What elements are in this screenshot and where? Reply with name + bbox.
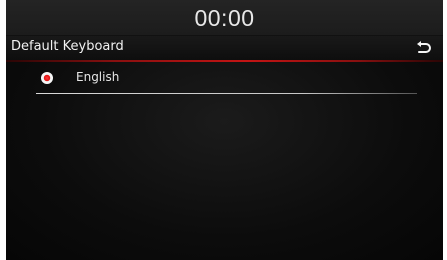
radio-selected-icon[interactable] [41, 72, 53, 84]
keyboard-list: English [6, 62, 443, 260]
return-arrow-icon [417, 41, 431, 53]
back-button[interactable] [411, 38, 435, 58]
page-title: Default Keyboard [11, 39, 124, 54]
list-item-english[interactable]: English [6, 62, 443, 93]
list-divider [36, 93, 417, 94]
list-item-label: English [76, 70, 120, 84]
title-bar: Default Keyboard [6, 36, 443, 60]
head-unit-screen: 00:00 Default Keyboard English [6, 0, 443, 260]
status-bar: 00:00 [6, 0, 443, 36]
clock: 00:00 [194, 5, 255, 31]
